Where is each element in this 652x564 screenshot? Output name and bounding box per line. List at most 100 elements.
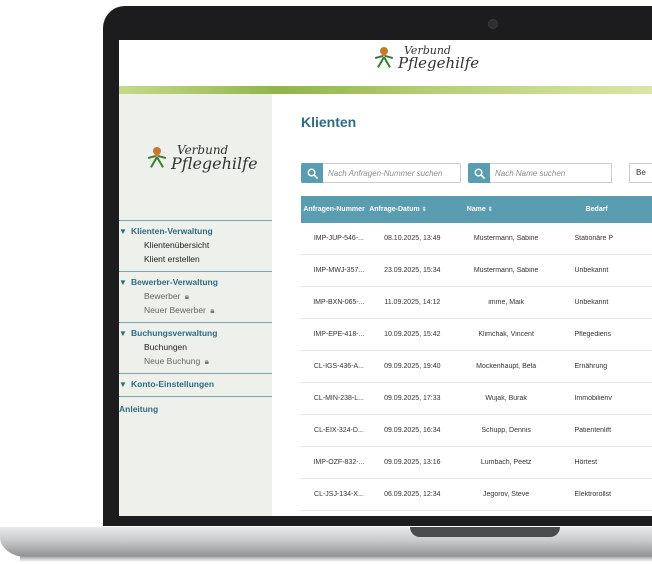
cell-name: Lumbach, Peetz — [480, 459, 532, 466]
nav-group-buchungen: ▼ Buchungsverwaltung Buchungen Neue Buch… — [119, 322, 272, 373]
table-row[interactable]: IMP-MWJ-357... 23.09.2025, 15:34 Musterman… — [301, 255, 652, 287]
nav-group-konto: ▼ Konto-Einstellungen — [119, 373, 272, 396]
lock-icon: 🔒︎ — [204, 357, 209, 366]
cell-request-date: 11.09.2025, 14:12 — [384, 299, 441, 306]
cell-need: Unbekannt — [574, 267, 609, 274]
nav-group-klienten: ▼ Klienten-Verwaltung Klientenübersicht … — [119, 220, 272, 271]
nav-group-bewerber: ▼ Bewerber-Verwaltung Bewerber 🔒︎ Neuer … — [119, 271, 272, 322]
sidebar-item-neuer-bewerber[interactable]: Neuer Bewerber 🔒︎ — [119, 303, 272, 317]
table-header: Anfragen-Nummer Anfrage-Datum ⇕ Name ⇕ Bed… — [301, 196, 652, 223]
cell-request-date: 10.09.2025, 15:42 — [384, 331, 441, 338]
cell-need: Stationäre P — [574, 235, 613, 242]
table-row[interactable]: IMP-EPE-418-... 10.09.2025, 15:42 Klimchak… — [301, 319, 652, 351]
cell-request-number: IMP-OZF-832-... — [313, 459, 365, 466]
sidebar-item-label: Neuer Bewerber — [144, 305, 206, 315]
sort-icon: ⇕ — [421, 207, 427, 213]
cell-request-date: 08.10.2025, 13:49 — [384, 235, 441, 242]
cell-need: Hörtest — [574, 459, 598, 466]
column-header-need[interactable]: Bedarf — [531, 206, 652, 213]
nav-group-header-bewerber[interactable]: ▼ Bewerber-Verwaltung — [119, 276, 272, 289]
chevron-down-icon: ▼ — [119, 227, 127, 236]
nav-group-header-konto[interactable]: ▼ Konto-Einstellungen — [119, 378, 272, 391]
filter-select[interactable]: Be — [629, 163, 652, 183]
search-icon — [474, 168, 485, 179]
cell-request-date: 09.09.2025, 13:16 — [384, 459, 441, 466]
cell-request-number: CL-MIN-238-L... — [313, 395, 364, 402]
cell-request-date: 23.09.2025, 15:34 — [384, 267, 441, 274]
table-row[interactable]: IMP-BXN-065-... 11.09.2025, 14:12 imme, Ma… — [301, 287, 652, 319]
laptop-notch — [410, 527, 560, 537]
sidebar-item-klient-erstellen[interactable]: Klient erstellen — [119, 252, 272, 266]
cell-request-number: IMP-JUP-546-... — [313, 235, 364, 242]
chevron-down-icon: ▼ — [119, 380, 127, 389]
table-body: IMP-JUP-546-... 08.10.2025, 13:49 Musterma… — [301, 223, 652, 516]
cell-request-number: CL-EIX-324-D... — [314, 427, 364, 434]
cell-request-date: 09.09.2025, 19:40 — [384, 363, 441, 370]
sidebar-item-label: Neue Buchung — [144, 356, 201, 366]
cell-need: Patientenlift — [574, 427, 612, 434]
search-button[interactable] — [468, 163, 490, 183]
cell-request-date: 06.09.2025, 12:34 — [384, 491, 441, 498]
nav-group-header-klienten[interactable]: ▼ Klienten-Verwaltung — [119, 225, 272, 238]
laptop-shadow — [20, 556, 652, 562]
sidebar-item-buchungen[interactable]: Buchungen — [119, 340, 272, 354]
cell-request-date: 09.09.2025, 17:33 — [384, 395, 441, 402]
screen: Verbund Pflegehilfe Verbund Pflegehilfe … — [119, 40, 652, 516]
cell-name: Schupp, Dennis — [481, 427, 531, 434]
cell-request-number: IMP-BXN-065-... — [313, 299, 365, 306]
sort-icon: ⇕ — [487, 207, 493, 213]
request-number-input[interactable] — [323, 163, 461, 183]
header-accent-bar — [119, 86, 652, 94]
brand-mark-icon — [374, 45, 394, 69]
brand-line2: Pflegehilfe — [398, 54, 480, 72]
cell-name: Mustermann, Sabine — [473, 235, 539, 242]
nav-group-header-buchungen[interactable]: ▼ Buchungsverwaltung — [119, 327, 272, 340]
table-row[interactable]: CL-MIN-238-L... 09.09.2025, 17:33 Wujak, B… — [301, 383, 652, 415]
cell-need: Unbekannt — [574, 299, 609, 306]
sidebar-item-anleitung[interactable]: Anleitung — [119, 396, 272, 421]
sidebar-item-neue-buchung[interactable]: Neue Buchung 🔒︎ — [119, 354, 272, 368]
sidebar: Verbund Pflegehilfe ▼ Klienten-Verwaltun… — [119, 94, 272, 516]
cell-name: Mustermann, Sabine — [473, 267, 539, 274]
cell-need: Elektrorollst — [574, 491, 612, 498]
cell-name: imme, Maik — [488, 299, 525, 306]
sidebar-item-klientenuebersicht[interactable]: Klientenübersicht — [119, 238, 272, 252]
cell-need: Pflegediens — [574, 331, 612, 338]
webcam — [488, 19, 498, 29]
column-header-request-number[interactable]: Anfragen-Nummer — [301, 206, 367, 213]
sidebar-item-label: Bewerber — [144, 291, 181, 301]
table-row[interactable]: CL-JSJ-134-X... 06.09.2025, 12:34 Jegorov,… — [301, 479, 652, 511]
cell-need: Ernährung — [574, 363, 608, 370]
column-header-request-date[interactable]: Anfrage-Datum ⇕ — [367, 206, 429, 213]
nav-group-label: Bewerber-Verwaltung — [131, 277, 218, 287]
table-row[interactable]: CL-EIX-324-D... 09.09.2025, 16:34 Schupp, … — [301, 415, 652, 447]
table-row[interactable]: CL-IGS-436-A... 09.09.2025, 19:40 Mockenha… — [301, 351, 652, 383]
table-row[interactable]: IMP-OZF-832-... 09.09.2025, 13:16 Lumbach,… — [301, 447, 652, 479]
name-search-input[interactable] — [490, 163, 612, 183]
column-header-name[interactable]: Name ⇕ — [429, 206, 531, 213]
cell-request-date: 09.09.2025, 16:34 — [384, 427, 441, 434]
top-header: Verbund Pflegehilfe — [119, 40, 652, 86]
sidebar-item-bewerber[interactable]: Bewerber 🔒︎ — [119, 289, 272, 303]
nav-group-label: Konto-Einstellungen — [131, 379, 215, 389]
cell-name: Jegorov, Steve — [483, 491, 530, 498]
table-row[interactable]: CL-QXR-302-E...05.09.2025, 19:57Mau, Wil… — [301, 511, 652, 516]
table-row[interactable]: IMP-JUP-546-... 08.10.2025, 13:49 Musterma… — [301, 223, 652, 255]
brand-mark-icon — [147, 145, 167, 169]
brand-wordmark: Verbund Pflegehilfe — [398, 45, 479, 71]
header-logo[interactable]: Verbund Pflegehilfe — [374, 45, 479, 71]
lock-icon: 🔒︎ — [210, 306, 215, 315]
search-icon — [307, 168, 318, 179]
cell-request-number: CL-JSJ-134-X... — [314, 491, 364, 498]
brand-wordmark: Verbund Pflegehilfe — [171, 144, 258, 172]
cell-need: Immobilienv — [574, 395, 612, 402]
sidebar-nav: ▼ Klienten-Verwaltung Klientenübersicht … — [119, 220, 272, 421]
request-number-search — [301, 163, 461, 183]
chevron-down-icon: ▼ — [119, 329, 127, 338]
nav-group-label: Klienten-Verwaltung — [131, 226, 213, 236]
clients-table: Anfragen-Nummer Anfrage-Datum ⇕ Name ⇕ Bed… — [301, 196, 652, 516]
cell-name: Wujak, Burak — [485, 395, 527, 402]
sidebar-logo[interactable]: Verbund Pflegehilfe — [147, 144, 258, 172]
search-button[interactable] — [301, 163, 323, 183]
cell-name: Mockenhaupt, Bela — [476, 363, 537, 370]
